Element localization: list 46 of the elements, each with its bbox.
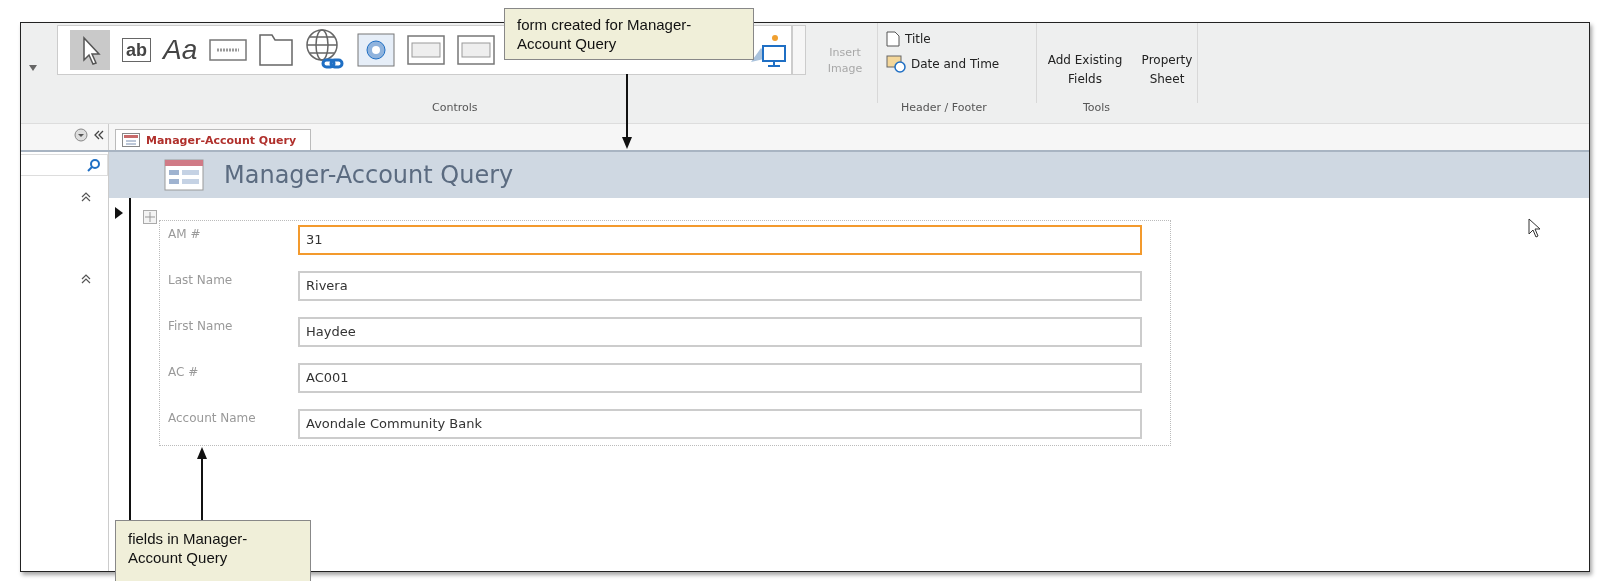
folder-icon[interactable]: [259, 34, 294, 66]
gallery-scrollbar[interactable]: [792, 25, 806, 75]
form-icon: [122, 133, 140, 147]
field-label: AM #: [167, 226, 202, 243]
form-icon: [164, 159, 204, 191]
date-time-button[interactable]: Date and Time: [886, 55, 1000, 73]
move-handle-icon[interactable]: [143, 210, 157, 224]
group-label: Tools: [1083, 101, 1111, 114]
caret-icon: [29, 65, 37, 71]
add-fields-button[interactable]: Add Existing Fields: [1043, 51, 1127, 89]
callout: form created for Manager-Account Query: [504, 8, 754, 60]
current-record-icon[interactable]: [115, 207, 123, 219]
form-title: Manager-Account Query: [224, 161, 514, 189]
text-field[interactable]: Rivera: [298, 271, 1142, 301]
button-control-icon[interactable]: [209, 39, 248, 61]
label-control[interactable]: Aa: [163, 35, 198, 65]
document-tab[interactable]: Manager-Account Query: [115, 129, 312, 150]
property-sheet-button[interactable]: Property Sheet: [1135, 51, 1199, 89]
group-label: Header / Footer: [901, 101, 987, 114]
collapse-up-icon[interactable]: [81, 274, 91, 284]
collapse-up-icon[interactable]: [81, 192, 91, 202]
browser-control-icon[interactable]: [357, 33, 396, 67]
text-field[interactable]: Avondale Community Bank: [298, 409, 1142, 439]
mouse-pointer-icon: [1528, 218, 1542, 238]
group-label: Controls: [432, 101, 478, 114]
pointer-icon[interactable]: [70, 30, 110, 70]
document-icon: [886, 31, 900, 47]
text-field[interactable]: Haydee: [298, 317, 1142, 347]
globe-link-icon[interactable]: [305, 28, 346, 72]
field-label: Account Name: [167, 410, 257, 427]
calendar-clock-icon: [886, 55, 906, 73]
collapse-icon[interactable]: [94, 129, 104, 140]
text-field[interactable]: 31: [298, 225, 1142, 255]
field-label: First Name: [167, 318, 234, 335]
text-field[interactable]: AC001: [298, 363, 1142, 393]
search-field[interactable]: [21, 154, 108, 176]
title-button[interactable]: Title: [886, 31, 1000, 47]
navigation-control-icon[interactable]: [407, 35, 446, 65]
textbox-control[interactable]: ab: [122, 38, 151, 62]
navigation-control-icon[interactable]: [457, 35, 496, 65]
dropdown-icon[interactable]: [74, 127, 88, 142]
search-icon: [87, 158, 101, 172]
field-label: AC #: [167, 364, 200, 381]
image-control-icon[interactable]: [749, 32, 787, 68]
field-label: Last Name: [167, 272, 234, 289]
callout: fields in Manager-Account Query: [115, 520, 311, 581]
